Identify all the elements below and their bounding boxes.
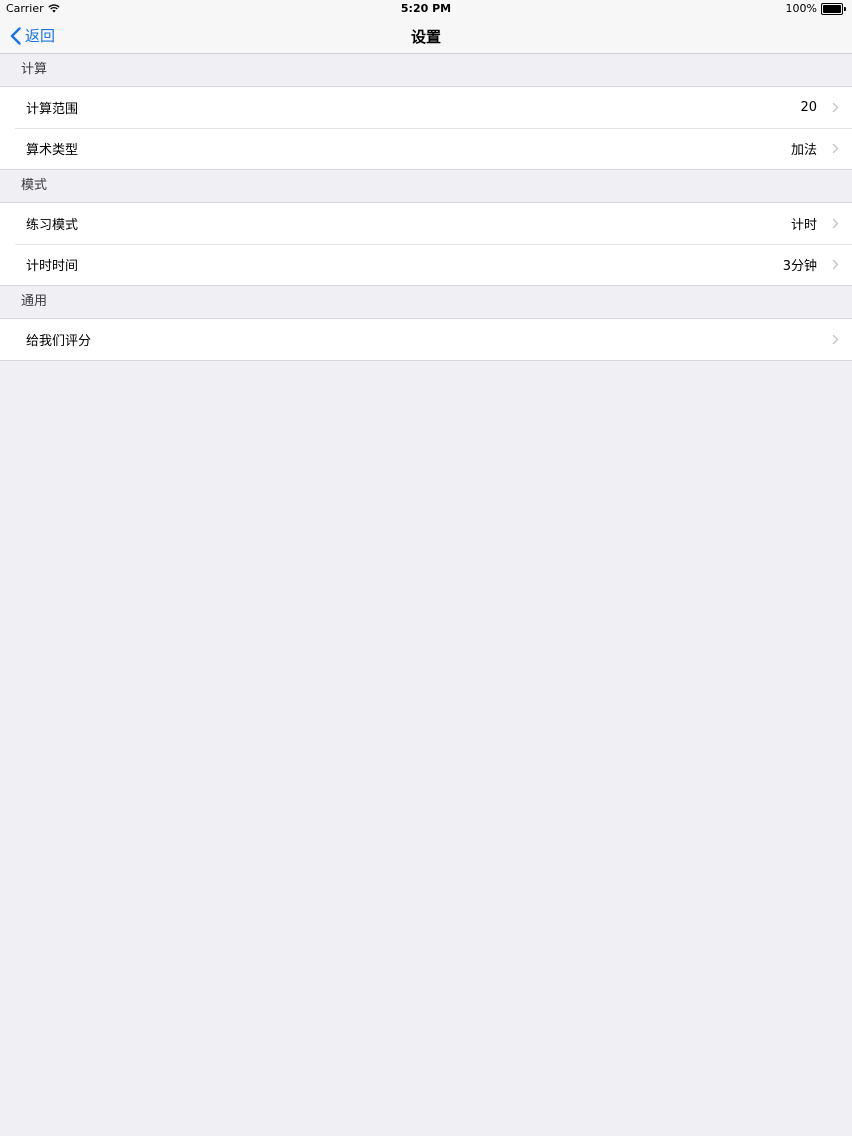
battery-icon	[821, 2, 843, 15]
row-calculation-range[interactable]: 计算范围 20	[0, 87, 852, 128]
row-practice-mode[interactable]: 练习模式 计时	[0, 203, 852, 244]
row-label: 计时时间	[26, 259, 79, 274]
chevron-right-icon	[832, 218, 839, 229]
section-header-general: 通用	[0, 286, 852, 319]
row-arithmetic-type[interactable]: 算术类型 加法	[0, 128, 852, 169]
status-time: 5:20 PM	[400, 2, 452, 15]
row-value: 计时	[790, 218, 817, 233]
chevron-right-icon	[832, 259, 839, 270]
settings-list: 计算 计算范围 20 算术类型 加法 模式 练习模式 计时 计时时间 3分钟 通…	[0, 54, 852, 361]
row-value: 3分钟	[782, 259, 817, 274]
row-value: 20	[800, 100, 817, 115]
section-mode: 练习模式 计时 计时时间 3分钟	[0, 203, 852, 286]
status-bar: Carrier 5:20 PM 100%	[0, 0, 852, 18]
page-title: 设置	[410, 28, 441, 46]
row-label: 给我们评分	[26, 334, 92, 349]
section-header-mode: 模式	[0, 170, 852, 203]
row-label: 算术类型	[26, 143, 79, 158]
chevron-right-icon	[832, 334, 839, 345]
row-label: 计算范围	[26, 102, 79, 117]
section-general: 给我们评分	[0, 319, 852, 361]
row-value: 加法	[790, 143, 817, 158]
row-timer-duration[interactable]: 计时时间 3分钟	[0, 244, 852, 285]
chevron-right-icon	[832, 102, 839, 113]
row-label: 练习模式	[26, 218, 79, 233]
battery-percent: 100%	[785, 2, 817, 15]
section-calculation: 计算范围 20 算术类型 加法	[0, 87, 852, 170]
navigation-bar: 返回 设置	[0, 18, 852, 54]
battery-indicator: 100%	[786, 2, 846, 15]
chevron-right-icon	[832, 143, 839, 154]
row-rate-us[interactable]: 给我们评分	[0, 319, 852, 360]
section-header-calculation: 计算	[0, 54, 852, 87]
